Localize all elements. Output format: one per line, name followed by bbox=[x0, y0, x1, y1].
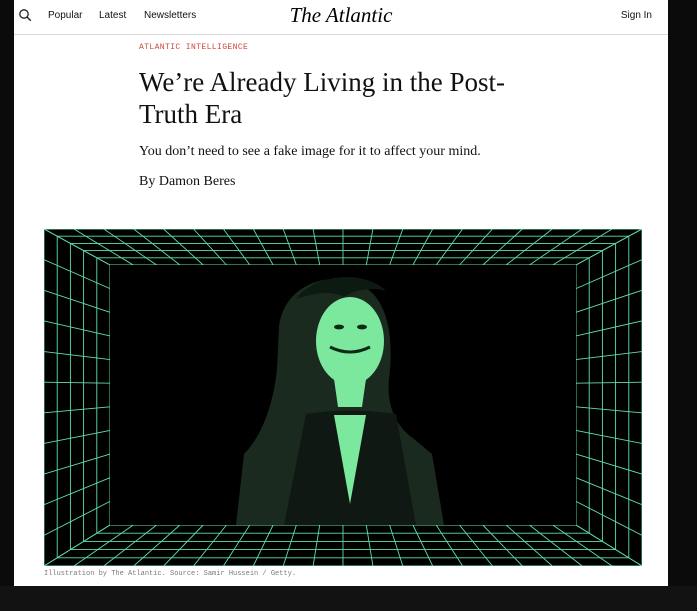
article-byline[interactable]: By Damon Beres bbox=[139, 174, 235, 190]
grid-tunnel-illustration bbox=[44, 229, 642, 566]
image-caption: Illustration by The Atlantic. Source: Sa… bbox=[44, 570, 297, 578]
window-edge bbox=[668, 0, 697, 586]
lead-illustration bbox=[44, 229, 642, 566]
article-dek: You don’t need to see a fake image for i… bbox=[139, 144, 481, 159]
sign-in-link[interactable]: Sign In bbox=[621, 10, 652, 21]
article-title: We’re Already Living in the Post-Truth E… bbox=[139, 67, 505, 129]
top-navigation: Popular Latest Newsletters The Atlantic … bbox=[14, 0, 668, 35]
site-logo[interactable]: The Atlantic bbox=[14, 3, 668, 28]
section-kicker[interactable]: ATLANTIC INTELLIGENCE bbox=[139, 43, 248, 52]
article-page: Popular Latest Newsletters The Atlantic … bbox=[14, 0, 668, 586]
bottom-bar bbox=[0, 586, 697, 611]
